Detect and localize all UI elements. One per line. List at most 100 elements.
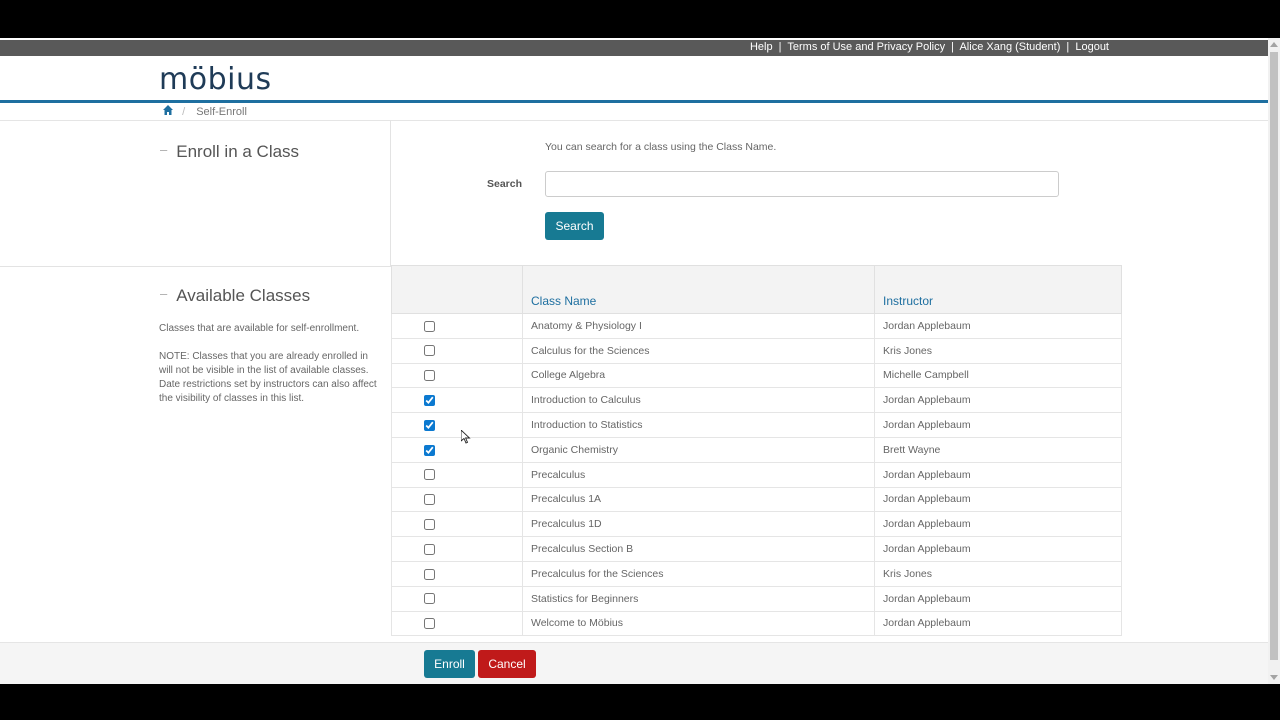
breadcrumb-separator: / — [182, 106, 186, 118]
select-cell — [391, 436, 523, 463]
class-select-checkbox[interactable] — [424, 320, 435, 332]
table-row: Welcome to Möbius Jordan Applebaum — [391, 610, 1122, 637]
instructor-cell: Kris Jones — [874, 560, 1122, 587]
table-row: Precalculus Jordan Applebaum — [391, 461, 1122, 488]
select-cell — [391, 486, 523, 513]
search-label: Search — [487, 178, 523, 190]
class-name-cell: Calculus for the Sciences — [522, 337, 875, 364]
class-select-checkbox[interactable] — [424, 345, 435, 357]
class-name-header[interactable]: Class Name — [522, 265, 875, 314]
class-select-checkbox[interactable] — [424, 469, 435, 481]
enroll-title-text: Enroll in a Class — [176, 142, 300, 161]
class-select-checkbox[interactable] — [424, 370, 435, 382]
available-description: Classes that are available for self-enro… — [159, 322, 381, 420]
table-header-row: Class Name Instructor — [391, 265, 1122, 314]
top-utility-bar: Help | Terms of Use and Privacy Policy |… — [0, 40, 1268, 56]
table-row: College Algebra Michelle Campbell — [391, 362, 1122, 389]
class-select-checkbox[interactable] — [424, 518, 435, 530]
collapse-icon[interactable]: – — [160, 286, 167, 301]
class-select-checkbox[interactable] — [424, 593, 435, 605]
collapse-icon[interactable]: – — [160, 142, 167, 157]
section-divider-horizontal — [0, 266, 391, 267]
class-select-checkbox[interactable] — [424, 618, 435, 630]
available-section-title: – Available Classes — [160, 286, 310, 306]
terms-link[interactable]: Terms of Use and Privacy Policy — [787, 41, 945, 53]
class-select-checkbox[interactable] — [424, 568, 435, 580]
footer-action-bar — [0, 642, 1268, 684]
class-select-checkbox[interactable] — [424, 543, 435, 555]
mobius-logo[interactable]: möbius — [159, 62, 272, 97]
select-cell — [391, 610, 523, 637]
class-name-cell: Precalculus for the Sciences — [522, 560, 875, 587]
section-divider-vertical — [390, 120, 391, 266]
select-cell — [391, 313, 523, 339]
available-note-text: NOTE: Classes that you are already enrol… — [159, 351, 377, 404]
instructor-cell: Jordan Applebaum — [874, 461, 1122, 488]
enroll-section-title: – Enroll in a Class — [160, 142, 299, 162]
separator: | — [1066, 41, 1070, 53]
instructor-cell: Jordan Applebaum — [874, 536, 1122, 562]
class-name-cell: Precalculus 1A — [522, 486, 875, 513]
user-profile-link[interactable]: Alice Xang (Student) — [959, 41, 1060, 53]
select-cell — [391, 461, 523, 488]
class-name-cell: Organic Chemistry — [522, 436, 875, 463]
class-select-checkbox[interactable] — [424, 419, 435, 431]
select-cell — [391, 536, 523, 562]
search-input[interactable] — [545, 171, 1059, 197]
class-name-cell: Welcome to Möbius — [522, 610, 875, 637]
table-row: Statistics for Beginners Jordan Applebaum — [391, 585, 1122, 612]
scroll-up-icon[interactable] — [1270, 42, 1278, 47]
class-name-cell: Anatomy & Physiology I — [522, 313, 875, 339]
class-select-checkbox[interactable] — [424, 444, 435, 456]
instructor-cell: Jordan Applebaum — [874, 313, 1122, 339]
instructor-cell: Jordan Applebaum — [874, 412, 1122, 438]
table-row: Introduction to Calculus Jordan Applebaum — [391, 387, 1122, 414]
header-divider — [0, 100, 1268, 103]
scrollbar-thumb[interactable] — [1270, 52, 1278, 660]
search-hint: You can search for a class using the Cla… — [545, 141, 777, 153]
select-cell — [391, 560, 523, 587]
instructor-cell: Brett Wayne — [874, 436, 1122, 463]
table-row: Calculus for the Sciences Kris Jones — [391, 337, 1122, 364]
class-name-cell: Statistics for Beginners — [522, 585, 875, 612]
table-row: Precalculus 1A Jordan Applebaum — [391, 486, 1122, 513]
class-name-cell: College Algebra — [522, 362, 875, 389]
instructor-cell: Kris Jones — [874, 337, 1122, 364]
table-row: Anatomy & Physiology I Jordan Applebaum — [391, 313, 1122, 339]
class-select-checkbox[interactable] — [424, 395, 435, 406]
help-link[interactable]: Help — [750, 41, 773, 53]
select-cell — [391, 362, 523, 389]
scroll-down-icon[interactable] — [1270, 675, 1278, 680]
breadcrumb: / Self-Enroll — [163, 105, 247, 118]
select-cell — [391, 511, 523, 538]
browser-viewport: Help | Terms of Use and Privacy Policy |… — [0, 38, 1268, 684]
table-row: Precalculus for the Sciences Kris Jones — [391, 560, 1122, 587]
available-title-text: Available Classes — [176, 286, 311, 305]
separator: | — [778, 41, 782, 53]
logout-link[interactable]: Logout — [1075, 41, 1109, 53]
home-icon[interactable] — [163, 105, 173, 118]
cancel-button[interactable]: Cancel — [478, 650, 536, 678]
select-cell — [391, 387, 523, 414]
table-row: Precalculus 1D Jordan Applebaum — [391, 511, 1122, 538]
available-desc-text: Classes that are available for self-enro… — [159, 323, 360, 334]
table-row: Introduction to Statistics Jordan Appleba… — [391, 412, 1122, 438]
vertical-scrollbar[interactable] — [1268, 38, 1280, 684]
select-cell — [391, 337, 523, 364]
table-row: Organic Chemistry Brett Wayne — [391, 436, 1122, 463]
classes-table: Class Name Instructor Anatomy & Physiolo… — [391, 265, 1122, 637]
breadcrumb-current: Self-Enroll — [196, 106, 247, 118]
instructor-cell: Jordan Applebaum — [874, 387, 1122, 414]
instructor-cell: Jordan Applebaum — [874, 585, 1122, 612]
select-cell — [391, 585, 523, 612]
breadcrumb-divider — [0, 120, 1268, 121]
search-button[interactable]: Search — [545, 212, 604, 240]
utility-links: Help | Terms of Use and Privacy Policy |… — [750, 41, 1109, 53]
class-select-checkbox[interactable] — [424, 494, 435, 506]
enroll-button[interactable]: Enroll — [424, 650, 475, 678]
table-body: Anatomy & Physiology I Jordan Applebaum Ca… — [391, 313, 1122, 637]
instructor-header[interactable]: Instructor — [874, 265, 1122, 314]
table-row: Precalculus Section B Jordan Applebaum — [391, 536, 1122, 562]
class-name-cell: Precalculus — [522, 461, 875, 488]
class-name-cell: Introduction to Statistics — [522, 412, 875, 438]
